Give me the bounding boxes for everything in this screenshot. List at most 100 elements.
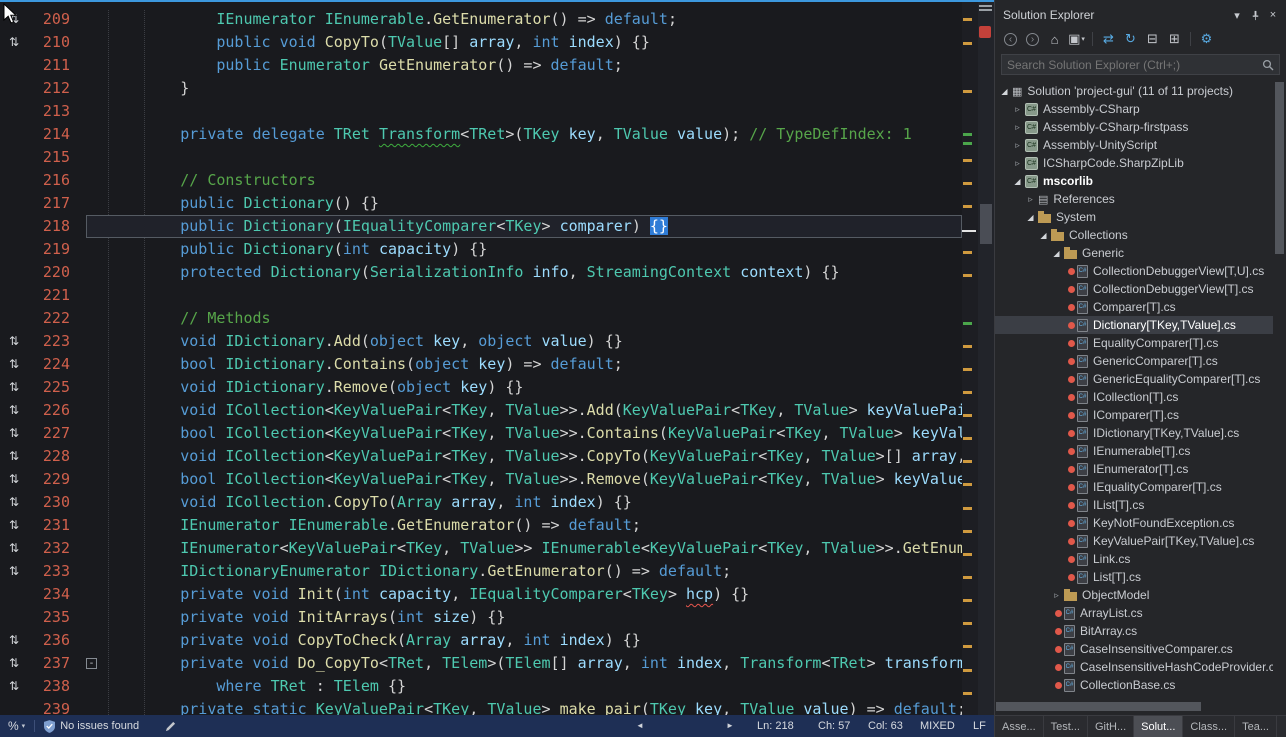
tree-item[interactable]: C#Link.cs (995, 550, 1273, 568)
code-line-text[interactable]: void IDictionary.Remove(object key) {} (86, 376, 962, 399)
code-line[interactable]: 234 private void Init(int capacity, IEqu… (0, 583, 962, 606)
code-line[interactable]: ⇅236 private void CopyToCheck(Array arra… (0, 629, 962, 652)
tree-expander-icon[interactable]: ◢ (999, 87, 1010, 96)
tree-item[interactable]: C#IList[T].cs (995, 496, 1273, 514)
tree-expander-icon[interactable]: ▹ (1012, 122, 1023, 133)
code-line[interactable]: ⇅237- private void Do_CopyTo<TRet, TElem… (0, 652, 962, 675)
code-line[interactable]: ⇅227 bool ICollection<KeyValuePair<TKey,… (0, 422, 962, 445)
code-line[interactable]: 219 public Dictionary(int capacity) {} (0, 238, 962, 261)
zoom-control[interactable]: % (8, 719, 19, 733)
code-line-text[interactable] (86, 100, 962, 123)
panel-horizontal-scrollbar[interactable] (996, 702, 1273, 712)
code-area[interactable]: ⇅209 IEnumerator IEnumerable.GetEnumerat… (0, 2, 962, 715)
code-line-text[interactable]: public Dictionary(int capacity) {} (86, 238, 962, 261)
code-line[interactable]: ⇅230 void ICollection.CopyTo(Array array… (0, 491, 962, 514)
code-line[interactable]: ⇅233 IDictionaryEnumerator IDictionary.G… (0, 560, 962, 583)
nav-back-icon[interactable]: ‹ (1001, 30, 1020, 48)
collapse-all-icon[interactable]: ⊟ (1143, 30, 1162, 48)
scrollbar-thumb[interactable] (980, 204, 992, 244)
code-line[interactable]: 216 // Constructors (0, 169, 962, 192)
tree-item[interactable]: C#CaseInsensitiveComparer.cs (995, 640, 1273, 658)
status-encoding[interactable]: MIXED (920, 715, 955, 737)
tree-expander-icon[interactable]: ◢ (1025, 213, 1036, 222)
tree-item[interactable]: C#KeyNotFoundException.cs (995, 514, 1273, 532)
code-line-text[interactable]: private static KeyValuePair<TKey, TValue… (86, 698, 962, 715)
tool-window-tab[interactable]: Test... (1044, 716, 1088, 737)
refresh-icon[interactable]: ↻ (1121, 30, 1140, 48)
code-line[interactable]: 214 private delegate TRet Transform<TRet… (0, 123, 962, 146)
code-line[interactable]: 215 (0, 146, 962, 169)
code-line-text[interactable]: IEnumerator IEnumerable.GetEnumerator() … (86, 8, 962, 31)
tool-window-tab[interactable]: Asse... (995, 716, 1044, 737)
code-line-text[interactable]: void ICollection.CopyTo(Array array, int… (86, 491, 962, 514)
properties-icon[interactable]: ⚙ (1197, 30, 1216, 48)
tree-item[interactable]: C#IComparer[T].cs (995, 406, 1273, 424)
code-line[interactable]: ⇅229 bool ICollection<KeyValuePair<TKey,… (0, 468, 962, 491)
code-line[interactable]: 212 } (0, 77, 962, 100)
tree-item[interactable]: C#IEnumerator[T].cs (995, 460, 1273, 478)
implements-interface-icon[interactable]: ⇅ (0, 514, 28, 537)
status-line-ending[interactable]: LF (973, 715, 986, 737)
scrollbar-thumb[interactable] (1275, 82, 1284, 254)
code-line-text[interactable]: IDictionaryEnumerator IDictionary.GetEnu… (86, 560, 962, 583)
code-line-text[interactable]: // Constructors (86, 169, 962, 192)
code-line[interactable]: 235 private void InitArrays(int size) {} (0, 606, 962, 629)
pen-icon[interactable] (165, 721, 176, 732)
tree-item[interactable]: C#IEqualityComparer[T].cs (995, 478, 1273, 496)
implements-interface-icon[interactable]: ⇅ (0, 422, 28, 445)
window-position-icon[interactable]: ▾ (1228, 7, 1246, 23)
code-line[interactable]: 213 (0, 100, 962, 123)
home-icon[interactable]: ⌂ (1045, 30, 1064, 48)
tree-item[interactable]: C#ICollection[T].cs (995, 388, 1273, 406)
tree-expander-icon[interactable]: ▹ (1012, 158, 1023, 169)
nav-forward-icon[interactable]: ► (726, 715, 734, 737)
code-line-text[interactable]: bool IDictionary.Contains(object key) =>… (86, 353, 962, 376)
tree-item[interactable]: C#KeyValuePair[TKey,TValue].cs (995, 532, 1273, 550)
code-line[interactable]: 218 public Dictionary(IEqualityComparer<… (0, 215, 962, 238)
code-line-text[interactable]: bool ICollection<KeyValuePair<TKey, TVal… (86, 422, 962, 445)
code-editor[interactable]: ⇅209 IEnumerator IEnumerable.GetEnumerat… (0, 0, 994, 715)
code-line[interactable]: ⇅209 IEnumerator IEnumerable.GetEnumerat… (0, 8, 962, 31)
tree-item[interactable]: ◢Collections (995, 226, 1273, 244)
tree-item[interactable]: ◢C#mscorlib (995, 172, 1273, 190)
tree-item[interactable]: C#ArrayList.cs (995, 604, 1273, 622)
close-icon[interactable]: × (1264, 7, 1282, 23)
code-line[interactable]: ⇅223 void IDictionary.Add(object key, ob… (0, 330, 962, 353)
code-line[interactable]: ⇅225 void IDictionary.Remove(object key)… (0, 376, 962, 399)
code-line[interactable]: 222 // Methods (0, 307, 962, 330)
nav-back-icon[interactable]: ◄ (636, 715, 644, 737)
tree-item[interactable]: C#CollectionDebuggerView[T].cs (995, 280, 1273, 298)
tree-item[interactable]: ◢▦Solution 'project-gui' (11 of 11 proje… (995, 82, 1273, 100)
code-analysis-status-icon[interactable] (979, 26, 991, 38)
tree-expander-icon[interactable]: ▹ (1012, 140, 1023, 151)
tree-item[interactable]: C#CaseInsensitiveHashCodeProvider.cs (995, 658, 1273, 676)
tree-item[interactable]: C#Comparer[T].cs (995, 298, 1273, 316)
status-line[interactable]: Ln: 218 (757, 715, 794, 737)
code-line-text[interactable]: void IDictionary.Add(object key, object … (86, 330, 962, 353)
tree-item[interactable]: C#Dictionary[TKey,TValue].cs (995, 316, 1273, 334)
code-line[interactable]: ⇅238 where TRet : TElem {} (0, 675, 962, 698)
nav-forward-icon[interactable]: › (1023, 30, 1042, 48)
code-line-text[interactable]: private void CopyToCheck(Array array, in… (86, 629, 962, 652)
implements-interface-icon[interactable]: ⇅ (0, 675, 28, 698)
tree-item[interactable]: ▹C#ICSharpCode.SharpZipLib (995, 154, 1273, 172)
implements-interface-icon[interactable]: ⇅ (0, 652, 28, 675)
code-line-text[interactable]: IEnumerator IEnumerable.GetEnumerator() … (86, 514, 962, 537)
tree-expander-icon[interactable]: ◢ (1012, 177, 1023, 186)
code-line-text[interactable]: private void Init(int capacity, IEqualit… (86, 583, 962, 606)
tool-window-tab[interactable]: GitH... (1088, 716, 1134, 737)
tree-item[interactable]: C#GenericComparer[T].cs (995, 352, 1273, 370)
implements-interface-icon[interactable]: ⇅ (0, 560, 28, 583)
code-line-text[interactable]: public void CopyTo(TValue[] array, int i… (86, 31, 962, 54)
code-line[interactable]: ⇅228 void ICollection<KeyValuePair<TKey,… (0, 445, 962, 468)
tree-item[interactable]: ▹▤References (995, 190, 1273, 208)
implements-interface-icon[interactable]: ⇅ (0, 537, 28, 560)
editor-vertical-scrollbar[interactable] (978, 2, 994, 715)
switch-views-icon[interactable]: ▣▾ (1067, 30, 1086, 48)
tree-item[interactable]: ▹C#Assembly-CSharp (995, 100, 1273, 118)
tree-expander-icon[interactable]: ◢ (1051, 249, 1062, 258)
implements-interface-icon[interactable]: ⇅ (0, 629, 28, 652)
search-input[interactable] (1007, 58, 1262, 72)
code-line-text[interactable]: // Methods (86, 307, 962, 330)
split-editor-handle[interactable] (979, 5, 992, 11)
